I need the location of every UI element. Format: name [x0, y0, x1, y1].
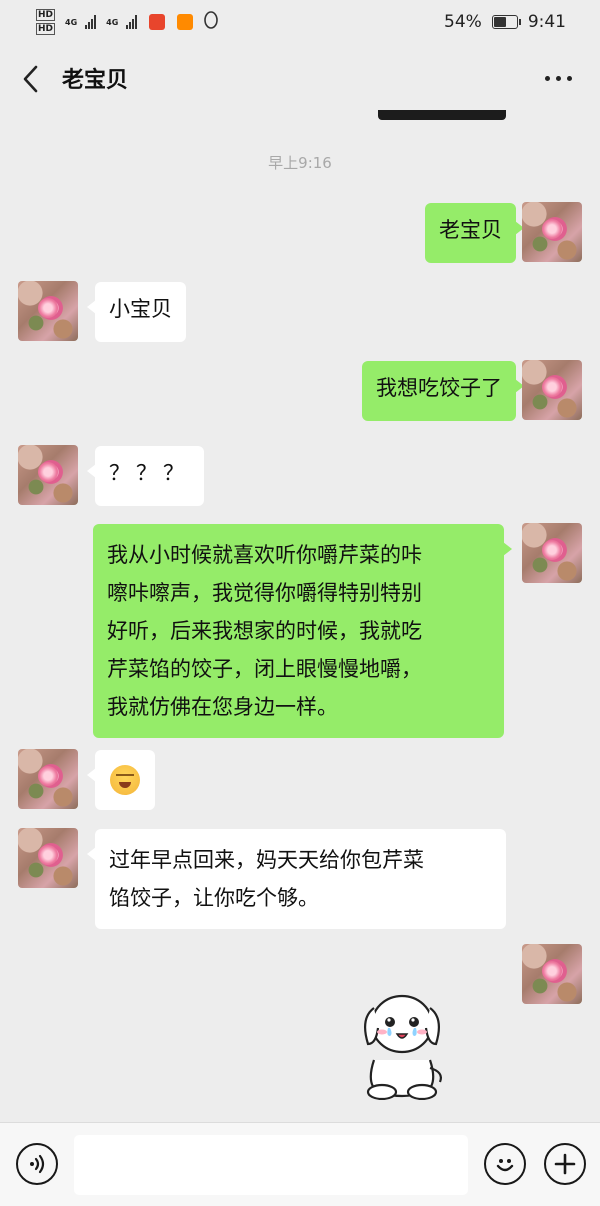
- hd-indicator: HD HD: [36, 9, 56, 35]
- status-left: HD HD 4G 4G: [36, 9, 219, 35]
- signal-icon-2: [126, 15, 138, 29]
- status-bar: HD HD 4G 4G 54% 9:41: [0, 0, 600, 44]
- avatar-me[interactable]: [522, 523, 582, 583]
- message-bubble-me[interactable]: 老宝贝: [425, 203, 524, 263]
- avatar-contact[interactable]: [18, 445, 78, 505]
- message-line: 嚓咔嚓声，我觉得你嚼得特别特别: [107, 581, 422, 605]
- crying-puppy-sticker[interactable]: [352, 988, 452, 1101]
- voice-icon[interactable]: [16, 1143, 58, 1185]
- message-text: 老宝贝: [439, 218, 502, 242]
- hd-badge-1: HD: [36, 9, 56, 21]
- network-label-1: 4G: [65, 17, 78, 27]
- message-bubble-me[interactable]: 我想吃饺子了: [362, 361, 524, 421]
- message-bubble-me[interactable]: 我从小时候就喜欢听你嚼芹菜的咔 嚓咔嚓声，我觉得你嚼得特别特别 好听，后来我想家…: [93, 524, 512, 738]
- emoji-icon[interactable]: [484, 1143, 526, 1185]
- crying-laughing-emoji-icon: [110, 765, 140, 795]
- message-timestamp: 早上9:16: [268, 154, 332, 172]
- input-bar: [0, 1122, 600, 1206]
- signal-icon: [85, 15, 97, 29]
- avatar-contact[interactable]: [18, 281, 78, 341]
- message-line: 馅饺子，让你吃个够。: [109, 886, 319, 910]
- previous-message-fragment: [378, 110, 506, 120]
- more-dots-icon[interactable]: [545, 76, 572, 81]
- network-label-2: 4G: [106, 17, 119, 27]
- message-input[interactable]: [74, 1135, 468, 1195]
- message-text: 小宝贝: [109, 297, 172, 321]
- message-bubble-contact[interactable]: [87, 750, 155, 810]
- avatar-me[interactable]: [522, 944, 582, 1004]
- message-bubble-contact[interactable]: 过年早点回来，妈天天给你包芹菜 馅饺子，让你吃个够。: [87, 829, 506, 929]
- battery-percent: 54%: [444, 12, 482, 32]
- message-bubble-contact[interactable]: ？？？: [87, 446, 204, 506]
- message-bubble-contact[interactable]: 小宝贝: [87, 282, 186, 342]
- message-line: 我从小时候就喜欢听你嚼芹菜的咔: [107, 543, 422, 567]
- battery-icon: [491, 15, 521, 29]
- message-text: 我想吃饺子了: [376, 376, 502, 400]
- message-line: 芹菜馅的饺子，闭上眼慢慢地嚼，: [107, 657, 422, 681]
- weibo-app-icon: [149, 14, 166, 30]
- chat-title: 老宝贝: [62, 68, 129, 93]
- status-right: 54% 9:41: [444, 12, 566, 32]
- message-line: 好听，后来我想家的时候，我就吃: [107, 619, 422, 643]
- message-text: ？？？: [109, 461, 190, 485]
- avatar-me[interactable]: [522, 202, 582, 262]
- avatar-me[interactable]: [522, 360, 582, 420]
- message-line: 过年早点回来，妈天天给你包芹菜: [109, 848, 424, 872]
- avatar-contact[interactable]: [18, 828, 78, 888]
- avatar-contact[interactable]: [18, 749, 78, 809]
- plus-icon[interactable]: [544, 1143, 586, 1185]
- message-line: 我就仿佛在您身边一样。: [107, 695, 338, 719]
- video-app-icon: [177, 14, 194, 30]
- back-arrow-icon[interactable]: [20, 64, 44, 94]
- clock: 9:41: [527, 12, 566, 32]
- chat-header: 老宝贝: [0, 48, 600, 110]
- hd-badge-2: HD: [36, 23, 56, 35]
- qq-penguin-icon: [203, 10, 219, 34]
